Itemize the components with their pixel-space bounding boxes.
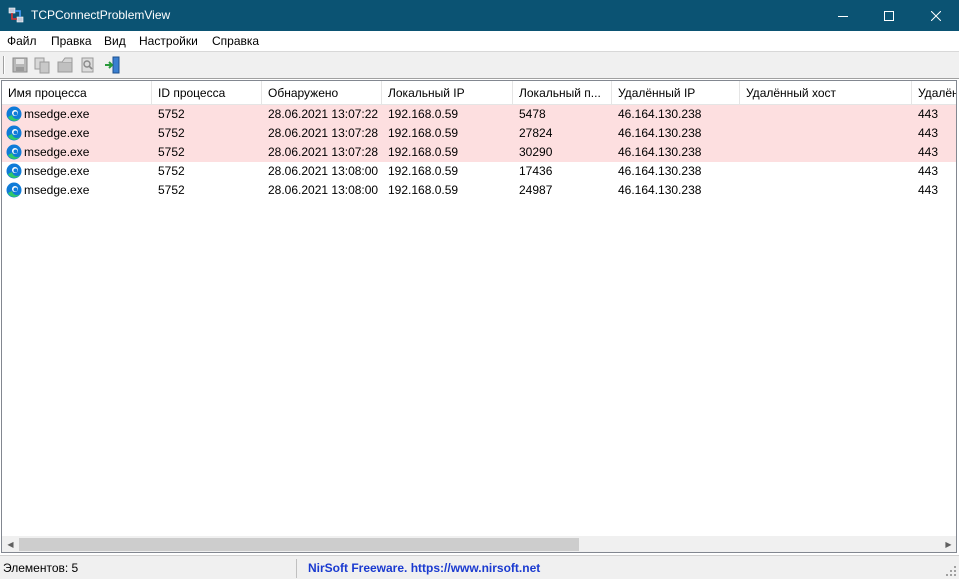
menu-help[interactable]: Справка bbox=[212, 34, 259, 48]
cell-process-name: msedge.exe bbox=[24, 107, 90, 121]
column-header-process-name[interactable]: Имя процесса bbox=[2, 81, 152, 105]
nirsoft-link[interactable]: NirSoft Freeware. https://www.nirsoft.ne… bbox=[300, 559, 958, 578]
app-network-icon bbox=[8, 7, 24, 23]
horizontal-scrollbar[interactable]: ◀ ▶ bbox=[2, 536, 956, 552]
menu-bar: Файл Правка Вид Настройки Справка bbox=[0, 31, 959, 51]
menu-file[interactable]: Файл bbox=[7, 34, 37, 48]
properties-icon[interactable] bbox=[56, 56, 74, 74]
item-count: Элементов: 5 bbox=[0, 559, 297, 578]
cell-process-name: msedge.exe bbox=[24, 183, 90, 197]
cell-remote-ip: 46.164.130.238 bbox=[618, 164, 702, 178]
column-header-remote-port[interactable]: Удалён bbox=[912, 81, 956, 105]
cell-process-id: 5752 bbox=[158, 183, 185, 197]
scroll-left-icon[interactable]: ◀ bbox=[2, 536, 19, 552]
cell-remote-host bbox=[740, 162, 912, 181]
table-row[interactable]: msedge.exe 5752 28.06.2021 13:07:22 192.168… bbox=[2, 105, 956, 124]
cell-local-port: 27824 bbox=[519, 126, 553, 140]
cell-process-id: 5752 bbox=[158, 107, 185, 121]
column-header-local-port[interactable]: Локальный п... bbox=[513, 81, 612, 105]
cell-remote-host bbox=[740, 181, 912, 200]
scrollbar-thumb[interactable] bbox=[19, 538, 579, 551]
status-bar: Элементов: 5 NirSoft Freeware. https://w… bbox=[0, 555, 959, 579]
cell-remote-ip: 46.164.130.238 bbox=[618, 126, 702, 140]
minimize-button[interactable] bbox=[820, 0, 866, 31]
column-header-process-id[interactable]: ID процесса bbox=[152, 81, 262, 105]
toolbar-grip[interactable] bbox=[3, 56, 5, 74]
table-row[interactable]: msedge.exe 5752 28.06.2021 13:08:00 192.168… bbox=[2, 162, 956, 181]
cell-local-ip: 192.168.0.59 bbox=[388, 164, 459, 178]
cell-detected: 28.06.2021 13:08:00 bbox=[268, 183, 379, 197]
resize-grip-icon[interactable] bbox=[945, 565, 957, 577]
cell-process-id: 5752 bbox=[158, 164, 185, 178]
cell-local-ip: 192.168.0.59 bbox=[388, 126, 459, 140]
toolbar bbox=[0, 51, 959, 79]
table-row[interactable]: msedge.exe 5752 28.06.2021 13:07:28 192.168… bbox=[2, 124, 956, 143]
copy-icon[interactable] bbox=[33, 56, 51, 74]
cell-remote-host bbox=[740, 143, 912, 162]
cell-process-name: msedge.exe bbox=[24, 126, 90, 140]
column-header-local-ip[interactable]: Локальный IP bbox=[382, 81, 513, 105]
maximize-icon bbox=[884, 10, 894, 21]
column-header-detected[interactable]: Обнаружено bbox=[262, 81, 382, 105]
cell-remote-port: 443 bbox=[918, 145, 939, 159]
connections-table[interactable]: Имя процесса ID процесса Обнаружено Лока… bbox=[1, 80, 957, 553]
cell-local-port: 30290 bbox=[519, 145, 553, 159]
cell-local-ip: 192.168.0.59 bbox=[388, 107, 459, 121]
window-title: TCPConnectProblemView bbox=[31, 8, 171, 22]
menu-edit[interactable]: Правка bbox=[51, 34, 92, 48]
cell-detected: 28.06.2021 13:07:28 bbox=[268, 145, 379, 159]
cell-remote-ip: 46.164.130.238 bbox=[618, 145, 702, 159]
cell-process-id: 5752 bbox=[158, 145, 185, 159]
cell-remote-port: 443 bbox=[918, 164, 939, 178]
close-icon bbox=[931, 10, 941, 21]
table-header: Имя процесса ID процесса Обнаружено Лока… bbox=[2, 81, 956, 105]
cell-remote-port: 443 bbox=[918, 107, 939, 121]
table-row[interactable]: msedge.exe 5752 28.06.2021 13:08:00 192.168… bbox=[2, 181, 956, 200]
save-icon[interactable] bbox=[11, 56, 29, 74]
cell-process-name: msedge.exe bbox=[24, 145, 90, 159]
cell-detected: 28.06.2021 13:07:22 bbox=[268, 107, 379, 121]
cell-remote-host bbox=[740, 124, 912, 143]
cell-local-port: 24987 bbox=[519, 183, 553, 197]
cell-local-port: 17436 bbox=[519, 164, 553, 178]
cell-local-ip: 192.168.0.59 bbox=[388, 145, 459, 159]
cell-process-id: 5752 bbox=[158, 126, 185, 140]
cell-remote-port: 443 bbox=[918, 183, 939, 197]
cell-remote-ip: 46.164.130.238 bbox=[618, 183, 702, 197]
minimize-icon bbox=[838, 15, 848, 17]
cell-local-ip: 192.168.0.59 bbox=[388, 183, 459, 197]
close-button[interactable] bbox=[913, 0, 959, 31]
cell-remote-host bbox=[740, 105, 912, 124]
menu-settings[interactable]: Настройки bbox=[139, 34, 198, 48]
column-header-remote-ip[interactable]: Удалённый IP bbox=[612, 81, 740, 105]
cell-detected: 28.06.2021 13:07:28 bbox=[268, 126, 379, 140]
scroll-right-icon[interactable]: ▶ bbox=[940, 536, 956, 552]
cell-remote-ip: 46.164.130.238 bbox=[618, 107, 702, 121]
find-icon[interactable] bbox=[79, 56, 97, 74]
cell-local-port: 5478 bbox=[519, 107, 546, 121]
cell-detected: 28.06.2021 13:08:00 bbox=[268, 164, 379, 178]
cell-remote-port: 443 bbox=[918, 126, 939, 140]
cell-process-name: msedge.exe bbox=[24, 164, 90, 178]
column-header-remote-host[interactable]: Удалённый хост bbox=[740, 81, 912, 105]
maximize-button[interactable] bbox=[866, 0, 912, 31]
table-row[interactable]: msedge.exe 5752 28.06.2021 13:07:28 192.168… bbox=[2, 143, 956, 162]
exit-icon[interactable] bbox=[104, 56, 122, 74]
title-bar: TCPConnectProblemView bbox=[0, 0, 959, 31]
menu-view[interactable]: Вид bbox=[104, 34, 126, 48]
